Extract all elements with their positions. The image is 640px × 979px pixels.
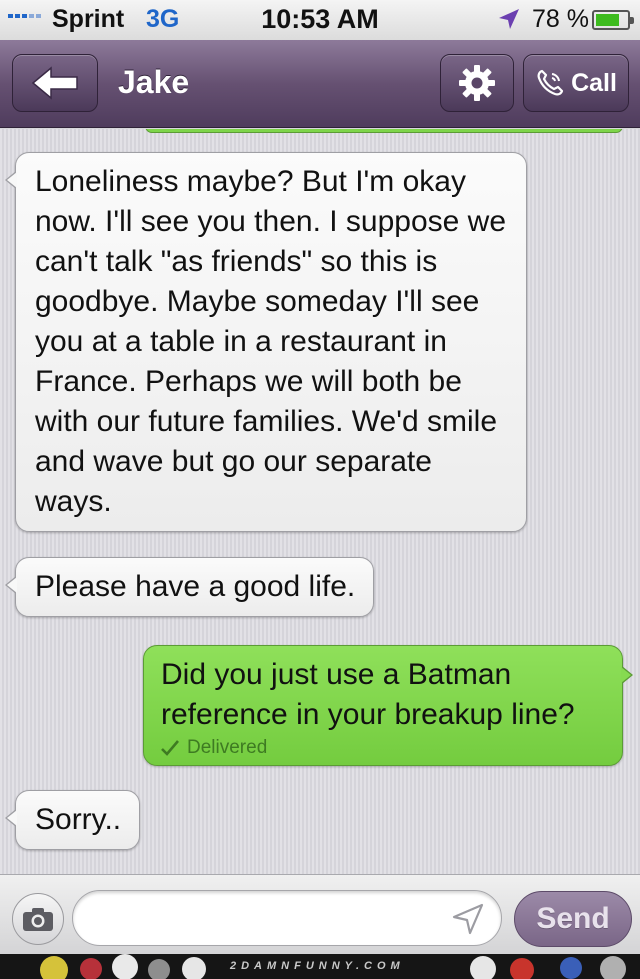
send-button[interactable]: Send [514, 891, 632, 947]
message-text: Please have a good life. [35, 570, 356, 603]
incoming-message[interactable]: Sorry.. [4, 790, 141, 850]
back-arrow-icon [31, 66, 78, 100]
location-icon [499, 9, 519, 29]
previous-message-bubble [145, 129, 623, 133]
contact-name: Jake [118, 64, 190, 100]
phone-icon [537, 69, 564, 96]
navigation-bar: Jake Call [0, 40, 640, 128]
conversation-thread[interactable]: Loneliness maybe? But I'm okay now. I'll… [0, 129, 640, 874]
incoming-message[interactable]: Please have a good life. [4, 557, 375, 617]
watermark-banner: 2DAMNFUNNY.COM [0, 954, 640, 979]
message-composer: Send [0, 874, 640, 954]
gear-icon [459, 65, 495, 101]
battery-icon [592, 10, 634, 30]
message-text: Did you just use a Batman reference in y… [161, 658, 575, 731]
settings-button[interactable] [440, 54, 514, 112]
camera-icon [23, 908, 53, 931]
location-arrow-icon[interactable] [452, 903, 484, 935]
incoming-message[interactable]: Loneliness maybe? But I'm okay now. I'll… [5, 152, 527, 532]
call-button[interactable]: Call [523, 54, 629, 112]
checkmark-icon [161, 740, 179, 756]
delivered-label: Delivered [187, 737, 268, 758]
back-button[interactable] [12, 54, 98, 112]
delivery-status: Delivered [161, 737, 604, 759]
call-label: Call [571, 68, 617, 97]
message-text: Sorry.. [35, 803, 122, 836]
message-text: Loneliness maybe? But I'm okay now. I'll… [35, 165, 507, 518]
camera-button[interactable] [12, 893, 64, 945]
watermark-text: 2DAMNFUNNY.COM [230, 960, 405, 972]
battery-percent: 78 % [532, 5, 589, 33]
status-bar: Sprint 3G 10:53 AM 78 % [0, 0, 640, 40]
message-input[interactable] [72, 890, 502, 946]
outgoing-message[interactable]: Did you just use a Batman reference in y… [143, 645, 633, 766]
